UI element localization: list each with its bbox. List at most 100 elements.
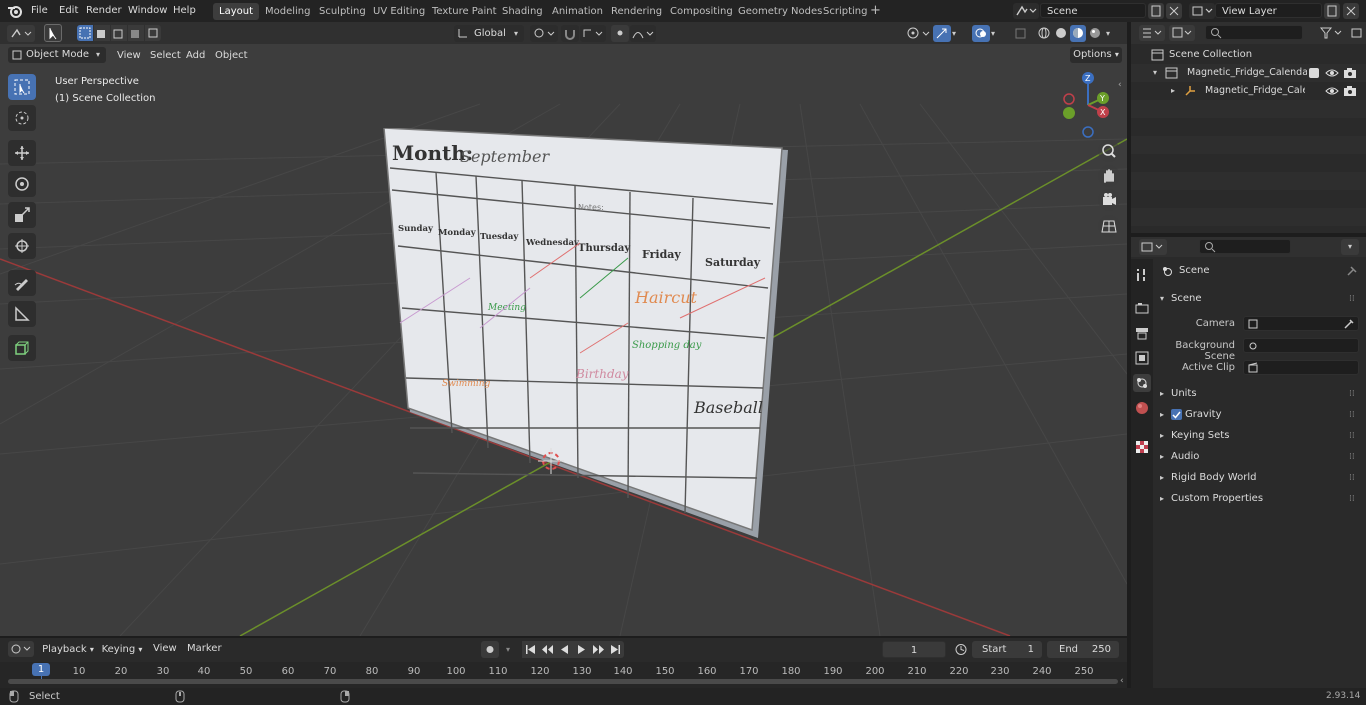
- properties-editor-type-icon[interactable]: [1139, 239, 1167, 255]
- menu-file[interactable]: File: [26, 0, 53, 22]
- tab-output-icon[interactable]: [1134, 325, 1150, 341]
- panel-custom-properties[interactable]: ▸ Custom Properties ⁞⁞: [1155, 490, 1360, 508]
- drag-handle-icon[interactable]: ⁞⁞: [1349, 490, 1355, 508]
- camera-icon[interactable]: [1343, 85, 1357, 97]
- tool-transform[interactable]: [8, 233, 36, 259]
- camera-field[interactable]: [1243, 316, 1359, 331]
- drag-handle-icon[interactable]: ⁞⁞: [1349, 290, 1355, 308]
- end-frame-field[interactable]: End 250: [1047, 641, 1119, 658]
- select-tool-icon[interactable]: [44, 24, 62, 42]
- current-frame-field[interactable]: 1: [882, 641, 946, 658]
- tab-modeling[interactable]: Modeling: [259, 3, 317, 20]
- pan-hand-icon[interactable]: [1098, 165, 1120, 187]
- keying-menu[interactable]: Keying ▾: [99, 641, 145, 658]
- outliner-display-mode-icon[interactable]: [1169, 25, 1195, 41]
- panel-units[interactable]: ▸ Units ⁞⁞: [1155, 385, 1360, 403]
- shading-material-icon[interactable]: [1070, 25, 1086, 42]
- scene-selector-icon[interactable]: [1013, 3, 1039, 19]
- drag-handle-icon[interactable]: ⁞⁞: [1349, 448, 1355, 466]
- view-layer-selector-icon[interactable]: [1189, 3, 1215, 19]
- play-icon[interactable]: [573, 641, 590, 658]
- tab-animation[interactable]: Animation: [546, 3, 609, 20]
- view-layer-field[interactable]: View Layer: [1215, 3, 1322, 18]
- jump-start-icon[interactable]: [522, 641, 539, 658]
- background-scene-field[interactable]: [1243, 338, 1359, 353]
- tool-rotate[interactable]: [8, 171, 36, 197]
- outliner-editor-type-icon[interactable]: [1139, 25, 1165, 41]
- properties-search-input[interactable]: [1199, 239, 1291, 254]
- camera-view-icon[interactable]: [1098, 189, 1120, 211]
- tab-render-icon[interactable]: [1134, 300, 1150, 316]
- tab-sculpting[interactable]: Sculpting: [313, 3, 372, 20]
- new-scene-icon[interactable]: [1148, 3, 1164, 19]
- record-icon[interactable]: [481, 641, 499, 658]
- timeline-scrollbar[interactable]: [8, 679, 1118, 684]
- proportional-edit-icon[interactable]: [611, 25, 629, 42]
- options-dropdown[interactable]: Options ▾: [1070, 47, 1122, 63]
- navigation-gizmo[interactable]: Z Y X: [1055, 70, 1121, 140]
- start-frame-field[interactable]: Start 1: [972, 641, 1042, 658]
- tab-compositing[interactable]: Compositing: [664, 3, 739, 20]
- properties-options-chevron-icon[interactable]: ▾: [1341, 239, 1359, 255]
- scene-panel-header[interactable]: ▾ Scene ⁞⁞: [1155, 290, 1360, 308]
- tool-move[interactable]: [8, 140, 36, 166]
- menu-edit[interactable]: Edit: [54, 0, 83, 22]
- pin-icon[interactable]: [1344, 265, 1358, 279]
- outliner-row-scene-collection[interactable]: Scene Collection: [1131, 46, 1366, 64]
- jump-end-icon[interactable]: [607, 641, 624, 658]
- outliner-search-input[interactable]: [1205, 25, 1303, 40]
- timeline-view-menu[interactable]: View: [148, 640, 182, 658]
- mode-dropdown[interactable]: Object Mode ▾: [8, 47, 106, 63]
- collapse-sidebar-chevron-icon[interactable]: ‹: [1120, 676, 1127, 686]
- menu-add[interactable]: Add: [181, 47, 210, 64]
- tool-annotate[interactable]: [8, 270, 36, 296]
- camera-icon[interactable]: [1343, 67, 1357, 79]
- tab-geometry-nodes[interactable]: Geometry Nodes: [732, 3, 828, 20]
- drag-handle-icon[interactable]: ⁞⁞: [1349, 406, 1355, 424]
- snap-toggle-icon[interactable]: [561, 25, 579, 42]
- auto-keying-chevron-icon[interactable]: ▾: [500, 641, 516, 658]
- tab-texture-paint[interactable]: Texture Paint: [426, 3, 503, 20]
- calendar-object[interactable]: Month: September Notes: Sunday Monday Tu…: [380, 128, 792, 540]
- panel-audio[interactable]: ▸ Audio ⁞⁞: [1155, 448, 1360, 466]
- snap-target-icon[interactable]: [580, 25, 606, 42]
- collapse-sidebar-chevron-icon[interactable]: ‹: [1118, 80, 1126, 92]
- shading-wireframe-icon[interactable]: [1036, 25, 1052, 42]
- perspective-toggle-icon[interactable]: [1098, 215, 1120, 237]
- scene-name-field[interactable]: Scene: [1040, 3, 1146, 18]
- eye-icon[interactable]: [1325, 85, 1339, 97]
- new-collection-icon[interactable]: [1350, 25, 1364, 41]
- shading-rendered-icon[interactable]: [1087, 25, 1103, 42]
- outliner-row-calendar-object[interactable]: ▸ Magnetic_Fridge_Calend:: [1131, 82, 1366, 100]
- gizmo-toggle-icon[interactable]: [933, 25, 951, 42]
- drag-handle-icon[interactable]: ⁞⁞: [1349, 385, 1355, 403]
- menu-render[interactable]: Render: [81, 0, 127, 22]
- tab-tool-icon[interactable]: [1134, 267, 1150, 283]
- delete-scene-icon[interactable]: [1166, 3, 1182, 19]
- overlays-options-chevron-icon[interactable]: ▾: [991, 25, 1005, 42]
- select-mode-invert-icon[interactable]: [128, 25, 144, 41]
- menu-window[interactable]: Window: [123, 0, 172, 22]
- preview-range-icon[interactable]: [952, 641, 970, 658]
- zoom-icon[interactable]: [1098, 140, 1120, 162]
- panel-gravity[interactable]: ▸ Gravity ⁞⁞: [1155, 406, 1360, 424]
- gizmo-options-chevron-icon[interactable]: ▾: [952, 25, 966, 42]
- tab-texture-icon[interactable]: [1134, 439, 1150, 455]
- add-workspace-icon[interactable]: +: [870, 4, 882, 18]
- tab-shading[interactable]: Shading: [496, 3, 549, 20]
- tool-add-cube[interactable]: [8, 335, 36, 361]
- select-mode-subtract-icon[interactable]: [111, 25, 127, 41]
- filter-icon[interactable]: [1318, 25, 1346, 41]
- 3d-cursor-icon[interactable]: [538, 448, 564, 474]
- xray-toggle-icon[interactable]: [1013, 25, 1029, 42]
- menu-help[interactable]: Help: [168, 0, 201, 22]
- collection-checkbox-icon[interactable]: [1309, 68, 1319, 78]
- object-type-visibility-icon[interactable]: [903, 25, 933, 42]
- tab-scripting[interactable]: Scripting: [817, 3, 873, 20]
- blender-logo-icon[interactable]: [7, 3, 23, 19]
- select-mode-intersect-icon[interactable]: [145, 25, 161, 41]
- tab-world-icon[interactable]: [1134, 400, 1150, 416]
- playhead[interactable]: 1: [32, 663, 50, 676]
- menu-view[interactable]: View: [112, 47, 146, 64]
- tab-rendering[interactable]: Rendering: [605, 3, 668, 20]
